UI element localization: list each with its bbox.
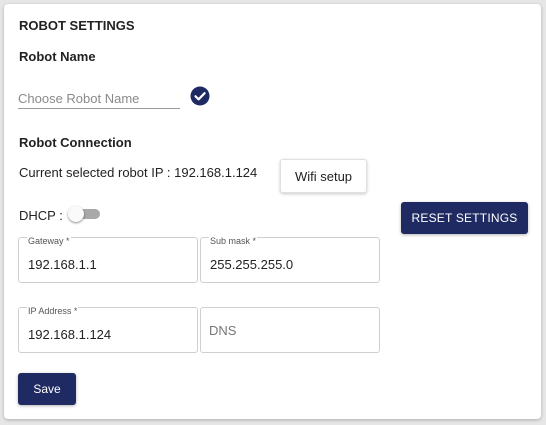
ip-address-label: IP Address * <box>27 306 79 316</box>
gateway-label: Gateway * <box>27 236 71 246</box>
robot-name-heading: Robot Name <box>19 49 96 64</box>
gateway-field[interactable]: Gateway * 192.168.1.1 <box>18 236 198 283</box>
dns-field[interactable]: DNS <box>200 307 380 353</box>
submask-label: Sub mask * <box>209 236 258 246</box>
dhcp-toggle[interactable] <box>68 206 100 222</box>
robot-name-input[interactable] <box>18 88 180 109</box>
save-button[interactable]: Save <box>18 373 76 405</box>
ip-address-value: 192.168.1.124 <box>28 327 112 342</box>
check-circle-icon[interactable] <box>190 86 210 106</box>
submask-field[interactable]: Sub mask * 255.255.255.0 <box>200 236 380 283</box>
robot-settings-card: ROBOT SETTINGS Robot Name Robot Connecti… <box>4 4 541 419</box>
current-robot-ip-text: Current selected robot IP : 192.168.1.12… <box>19 165 258 180</box>
submask-value: 255.255.255.0 <box>210 257 294 272</box>
dns-placeholder: DNS <box>209 323 237 338</box>
robot-connection-heading: Robot Connection <box>19 135 132 150</box>
ip-address-field[interactable]: IP Address * 192.168.1.124 <box>18 306 198 353</box>
page-title: ROBOT SETTINGS <box>19 18 135 33</box>
reset-settings-button[interactable]: RESET SETTINGS <box>401 202 528 234</box>
dhcp-label: DHCP : <box>19 208 63 223</box>
gateway-value: 192.168.1.1 <box>28 257 97 272</box>
toggle-thumb <box>68 206 84 222</box>
wifi-setup-button[interactable]: Wifi setup <box>280 159 367 193</box>
